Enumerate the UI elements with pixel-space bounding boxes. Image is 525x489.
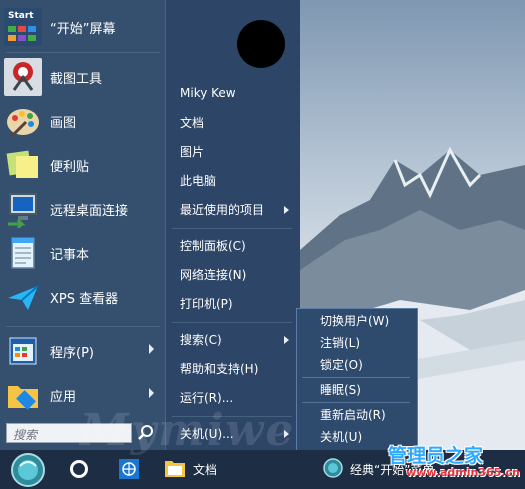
apps-icon [4,376,42,414]
remote-desktop-icon [4,190,42,230]
sticky-notes-icon [4,146,42,184]
programs-label: 程序(P) [50,345,94,361]
pinned-item-label: 便利贴 [50,159,90,175]
pinned-item-label: 画图 [50,115,77,131]
pinned-item-label: 截图工具 [50,71,103,87]
xps-viewer-icon [4,278,42,316]
folder-icon [163,457,187,482]
divider [172,322,292,323]
pictures-link[interactable]: 图片 [180,143,204,163]
shut-down-item[interactable]: 关机(U) [320,428,362,446]
search-link[interactable]: 搜索(C) [180,331,289,351]
divider [6,326,160,327]
pinned-item-label: 远程桌面连接 [50,203,129,219]
paint-palette-icon [4,102,42,140]
network-connections-link[interactable]: 网络连接(N) [180,266,246,286]
log-off-item[interactable]: 注销(L) [320,334,360,352]
restart-item[interactable]: 重新启动(R) [320,406,386,424]
search-placeholder: 搜索 [13,428,38,442]
avatar[interactable] [237,20,285,68]
search-input[interactable]: 搜索 [6,423,132,443]
programs-icon [4,332,42,370]
help-support-link[interactable]: 帮助和支持(H) [180,360,258,380]
start-screen-icon: Start [4,8,42,46]
chevron-right-icon [149,388,154,398]
switch-user-item[interactable]: 切换用户(W) [320,312,389,330]
divider [172,228,292,229]
taskbar-item-classic-start-menu[interactable]: 经典“开始”菜单 [322,453,452,485]
pinned-item-paint[interactable]: 画图 [4,100,162,142]
programs-menu-item[interactable]: 程序(P) [4,330,162,372]
notepad-icon [4,234,42,272]
pinned-item-xps-viewer[interactable]: XPS 查看器 [4,276,162,318]
control-panel-link[interactable]: 控制面板(C) [180,237,246,257]
pinned-item-label: “开始”屏幕 [50,21,116,37]
pinned-item-sticky-notes[interactable]: 便利贴 [4,144,162,186]
shutdown-button[interactable]: 关机(U)... [180,425,289,445]
documents-link[interactable]: 文档 [180,114,204,134]
user-name-link[interactable]: Miky Kew [180,86,236,106]
divider [172,416,292,417]
pinned-item-label: 记事本 [50,247,90,263]
pinned-item-notepad[interactable]: 记事本 [4,232,162,274]
recent-items-link[interactable]: 最近使用的项目 [180,201,290,221]
apps-menu-item[interactable]: 应用 [4,374,162,416]
apps-label: 应用 [50,389,77,405]
pinned-item-label: XPS 查看器 [50,291,119,307]
divider [6,52,160,53]
start-tile-label: Start [8,11,34,21]
run-link[interactable]: 运行(R)... [180,389,233,409]
taskbar-item-label: 文档 [193,462,218,477]
system-links-column [166,0,300,450]
search-icon[interactable] [136,423,156,443]
chevron-right-icon [149,344,154,354]
pinned-item-snipping-tool[interactable]: 截图工具 [4,56,162,98]
edge-browser-icon[interactable] [118,458,140,480]
divider [302,402,410,403]
lock-item[interactable]: 锁定(O) [320,356,363,374]
pinned-item-remote-desktop[interactable]: 远程桌面连接 [4,188,162,230]
start-button[interactable] [8,452,48,487]
sleep-item[interactable]: 睡眠(S) [320,381,361,399]
printers-link[interactable]: 打印机(P) [180,295,233,315]
divider [302,377,410,378]
classic-shell-icon [322,457,344,482]
this-pc-link[interactable]: 此电脑 [180,172,216,192]
cortana-circle-icon[interactable] [70,460,88,478]
pinned-item-start-screen[interactable]: Start “开始”屏幕 [4,6,162,48]
taskbar-item-documents[interactable]: 文档 [163,453,253,485]
snipping-tool-icon [4,58,42,96]
taskbar-item-label: 经典“开始”菜单 [350,462,435,477]
